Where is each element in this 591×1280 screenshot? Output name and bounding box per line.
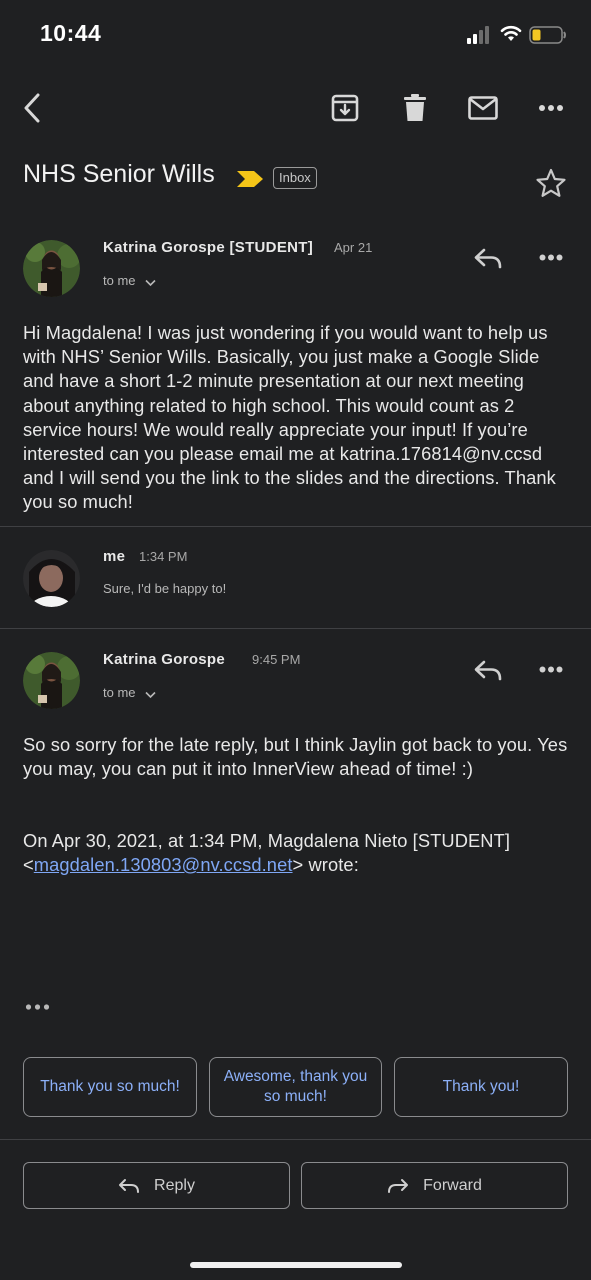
reply-button[interactable] [470, 655, 506, 687]
importance-marker-icon[interactable] [236, 170, 264, 188]
reply-icon [119, 1178, 140, 1193]
sender-name: me [103, 548, 126, 565]
message-snippet: Sure, I'd be happy to! [103, 581, 227, 596]
mark-unread-button[interactable] [463, 90, 503, 126]
subject-row: NHS Senior Wills Inbox [0, 150, 591, 210]
back-button[interactable] [12, 90, 52, 126]
quote-suffix: > wrote: [292, 854, 359, 876]
message-time: 1:34 PM [139, 549, 188, 564]
chevron-down-icon [145, 691, 156, 699]
delete-button[interactable] [395, 90, 435, 126]
reply-action-button[interactable]: Reply [23, 1162, 290, 1209]
smart-reply-chip[interactable]: Thank you so much! [23, 1057, 197, 1117]
status-time: 10:44 [40, 20, 102, 46]
status-bar: 10:44 [0, 0, 591, 70]
more-icon [539, 254, 563, 260]
battery-low-icon [529, 26, 566, 44]
message-divider [0, 628, 591, 629]
actions-divider [0, 1139, 591, 1140]
archive-icon [331, 94, 359, 122]
home-indicator[interactable] [190, 1262, 402, 1268]
forward-label: Forward [423, 1176, 482, 1194]
more-options-button[interactable] [531, 90, 571, 126]
more-icon [539, 666, 563, 672]
smart-reply-chip[interactable]: Awesome, thank you so much! [209, 1057, 382, 1117]
email-subject: NHS Senior Wills [23, 160, 215, 188]
avatar[interactable] [23, 652, 80, 709]
avatar[interactable] [23, 550, 80, 607]
more-icon [539, 105, 563, 111]
message-toolbar [0, 80, 591, 136]
message-body: So so sorry for the late reply, but I th… [23, 734, 568, 780]
reply-button[interactable] [470, 243, 506, 275]
recipient-details-toggle[interactable]: to me [103, 273, 156, 288]
recipient-label: to me [103, 273, 136, 288]
mark-unread-icon [468, 96, 498, 120]
forward-action-button[interactable]: Forward [301, 1162, 568, 1209]
reply-icon [474, 660, 502, 681]
forward-icon [388, 1178, 409, 1193]
avatar[interactable] [23, 240, 80, 297]
message-body: Hi Magdalena! I was just wondering if yo… [23, 322, 556, 513]
message-date: Apr 21 [334, 240, 373, 255]
recipient-details-toggle[interactable]: to me [103, 685, 156, 700]
quoted-email-link[interactable]: magdalen.130803@nv.ccsd.net [34, 854, 293, 875]
inbox-label-badge[interactable]: Inbox [273, 167, 317, 189]
recipient-label: to me [103, 685, 136, 700]
sender-name: Katrina Gorospe [103, 651, 226, 668]
reply-icon [474, 248, 502, 269]
message-more-button[interactable] [533, 241, 569, 273]
cellular-signal-icon [467, 26, 489, 44]
show-trimmed-content-icon[interactable] [25, 1002, 51, 1012]
message-more-button[interactable] [533, 653, 569, 685]
back-icon [24, 93, 40, 123]
smart-reply-chip[interactable]: Thank you! [394, 1057, 568, 1117]
message-divider [0, 526, 591, 527]
archive-button[interactable] [325, 90, 365, 126]
quoted-header: On Apr 30, 2021, at 1:34 PM, Magdalena N… [23, 829, 575, 877]
star-icon[interactable] [535, 168, 567, 198]
quote-intro: On Apr 30, 2021, at 1:34 PM, Magdalena N… [23, 830, 511, 851]
reply-label: Reply [154, 1176, 195, 1194]
quote-lt: < [23, 854, 34, 876]
delete-icon [404, 94, 426, 121]
wifi-icon [500, 25, 522, 41]
sender-name: Katrina Gorospe [STUDENT] [103, 239, 314, 256]
chevron-down-icon [145, 279, 156, 287]
message-time: 9:45 PM [252, 652, 301, 667]
